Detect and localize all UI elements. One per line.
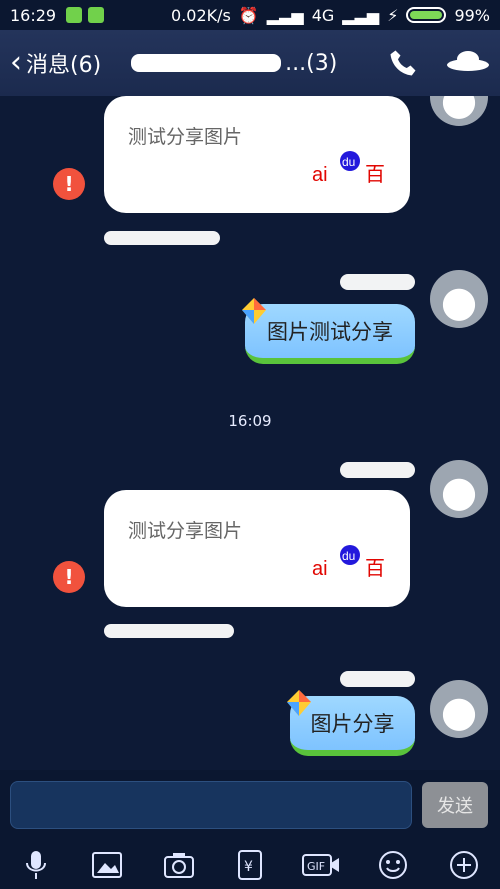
message-bubble[interactable]: 图片测试分享 — [245, 304, 415, 364]
back-arrow-icon: ‹ — [10, 45, 22, 80]
image-icon[interactable] — [87, 845, 127, 885]
redacted-name — [340, 671, 415, 687]
svg-text:百: 百 — [365, 164, 385, 186]
send-failed-icon[interactable]: ! — [53, 168, 85, 200]
svg-text:百: 百 — [365, 558, 385, 580]
battery-percent: 99% — [454, 5, 490, 25]
phone-icon[interactable] — [388, 48, 418, 78]
ufo-icon[interactable] — [446, 48, 490, 78]
baidu-logo-icon: ai du 百 — [312, 151, 385, 186]
redacted-name — [340, 462, 415, 478]
send-button[interactable]: 发送 — [422, 782, 488, 828]
redacted-name — [104, 624, 234, 638]
send-failed-icon[interactable]: ! — [53, 561, 85, 593]
status-bar: 16:29 0.02K/s ⏰ ▂▃▅ 4G ▂▃▅ ⚡ 99% — [0, 0, 500, 30]
chat-title: ...(3) — [131, 51, 337, 76]
chat-timestamp: 16:09 — [228, 412, 272, 430]
avatar[interactable] — [430, 460, 488, 518]
plus-icon[interactable] — [444, 845, 484, 885]
redacted-name — [104, 231, 220, 245]
battery-icon — [406, 7, 447, 23]
avatar[interactable] — [430, 96, 488, 126]
signal-icon: ▂▃▅ — [266, 5, 304, 25]
message-input[interactable] — [10, 781, 412, 829]
svg-text:du: du — [342, 549, 355, 563]
message-text: 图片测试分享 — [267, 320, 393, 344]
signal-icon: ▂▃▅ — [342, 5, 380, 25]
network-type: 4G — [311, 5, 335, 25]
svg-text:ai: ai — [312, 164, 328, 186]
share-card[interactable]: 测试分享图片 ai du 百 — [104, 490, 410, 607]
chat-header: ‹ 消息(6) ...(3) — [0, 30, 500, 96]
avatar[interactable] — [430, 680, 488, 738]
microphone-icon[interactable] — [16, 845, 56, 885]
app-icon — [88, 7, 105, 23]
kite-icon — [287, 690, 311, 716]
notification-icon — [66, 7, 83, 23]
input-toolbar: ¥ GIF — [0, 840, 500, 889]
camera-icon[interactable] — [159, 845, 199, 885]
gif-icon[interactable]: GIF — [301, 845, 341, 885]
charge-icon: ⚡ — [387, 5, 399, 25]
share-card[interactable]: 测试分享图片 ai du 百 — [104, 96, 410, 213]
svg-text:du: du — [342, 155, 355, 169]
message-composer: 发送 — [0, 770, 500, 840]
chat-title-suffix: ...(3) — [285, 50, 338, 76]
svg-text:GIF: GIF — [307, 860, 325, 873]
network-speed: 0.02K/s — [171, 5, 231, 25]
svg-text:ai: ai — [312, 558, 328, 580]
redacted-name — [340, 274, 415, 290]
back-button[interactable]: ‹ 消息(6) — [10, 47, 101, 79]
baidu-logo-icon: ai du 百 — [312, 545, 385, 580]
svg-text:¥: ¥ — [244, 859, 253, 875]
alarm-icon: ⏰ — [238, 5, 259, 25]
red-packet-icon[interactable]: ¥ — [230, 845, 270, 885]
redacted-name — [131, 54, 282, 72]
message-text: 图片分享 — [310, 712, 395, 736]
chat-area: 测试分享图片 ai du 百 ! 图片测试分享 16:09 测试分享图片 ai … — [0, 96, 500, 770]
status-time: 16:29 — [10, 5, 57, 25]
emoji-icon[interactable] — [373, 845, 413, 885]
back-label: 消息(6) — [26, 53, 102, 78]
avatar[interactable] — [430, 270, 488, 328]
kite-icon — [242, 298, 266, 324]
